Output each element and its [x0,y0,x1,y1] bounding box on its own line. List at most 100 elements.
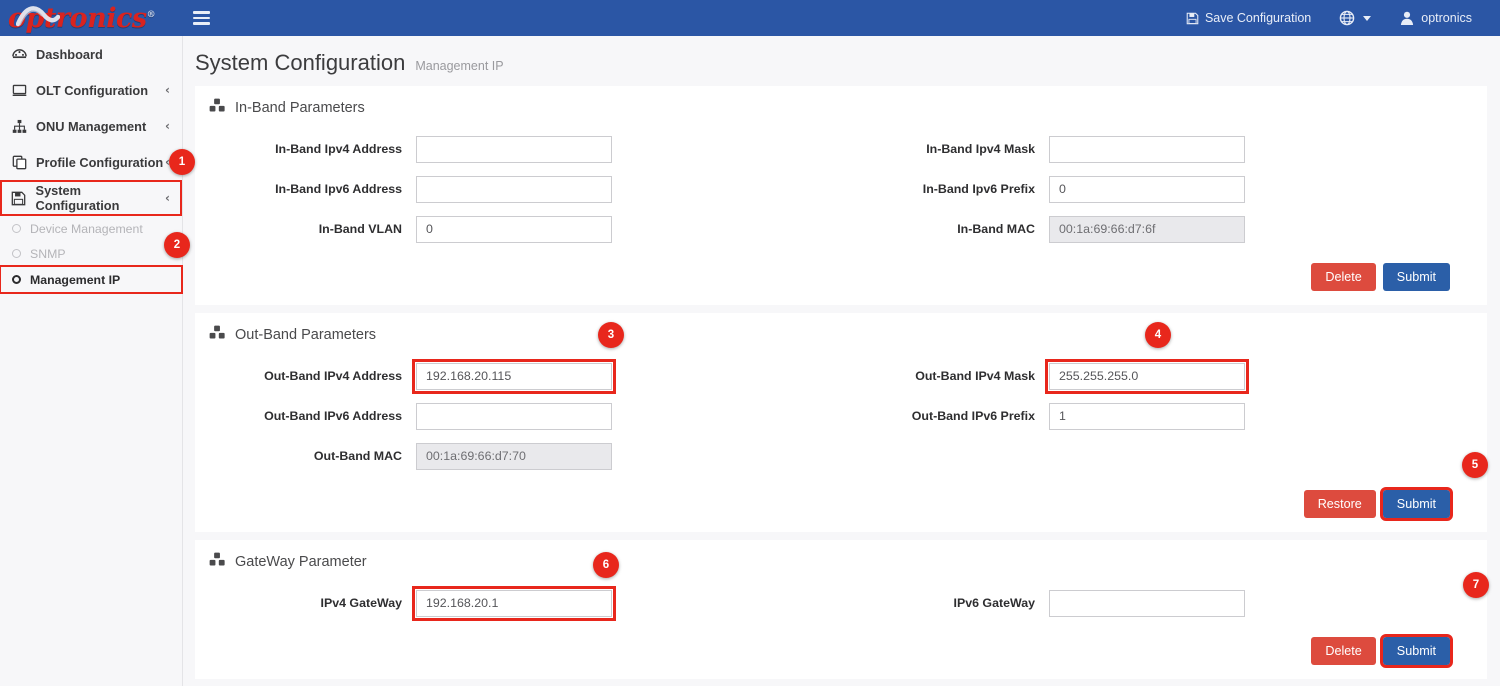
form-row: Out-Band IPv4 Address Out-Band IPv4 Mask [195,356,1487,396]
topbar-actions: Save Configuration optronics [1172,0,1500,36]
input-ipv4-gateway[interactable] [416,590,612,617]
form-row: In-Band Ipv4 Address In-Band Ipv4 Mask [195,129,1487,169]
circle-icon [12,275,21,284]
menu-toggle-icon[interactable] [193,8,215,28]
content-layer: System Configuration Management IP In-Ba… [183,36,1500,679]
sidebar-item-label: OLT Configuration [36,83,148,98]
input-out-band-mac[interactable] [416,443,612,470]
section-title-label: Out-Band Parameters [235,327,376,343]
input-in-band-ipv4-address[interactable] [416,136,612,163]
input-in-band-vlan[interactable] [416,216,612,243]
field-label: IPv6 GateWay [854,596,1049,610]
delete-button[interactable]: Delete [1311,637,1375,665]
sidebar-item-label: Profile Configuration [36,155,163,170]
cubes-icon [209,325,226,344]
field-ipv6-gateway: IPv6 GateWay [854,590,1487,617]
field-ipv4-gateway: IPv4 GateWay [221,590,854,617]
annotation-badge-6: 6 [593,552,619,578]
field-label: In-Band Ipv6 Address [221,182,416,196]
sidebar-subitem-label: Management IP [30,273,120,287]
sidebar-item-system configuration[interactable]: System Configuration ‹ [0,180,182,216]
field-out-band-ipv6-prefix: Out-Band IPv6 Prefix [854,403,1487,430]
user-menu[interactable]: optronics [1385,0,1486,36]
section-title-label: GateWay Parameter [235,554,367,570]
delete-button[interactable]: Delete [1311,263,1375,291]
registered-mark-icon: ® [147,10,156,20]
cubes-icon [209,552,226,567]
form-row: Out-Band IPv6 Address Out-Band IPv6 Pref… [195,396,1487,436]
dashboard-icon [10,47,28,62]
sidebar-item-profile configuration[interactable]: Profile Configuration ‹ [0,144,182,180]
field-label: In-Band Ipv4 Address [221,142,416,156]
field-label: In-Band MAC [854,222,1049,236]
form-row: Out-Band MAC [195,436,1487,476]
sidebar-item-olt configuration[interactable]: OLT Configuration ‹ [0,72,182,108]
field-out-band-mac: Out-Band MAC [221,443,854,470]
field-in-band-mac: In-Band MAC [854,216,1487,243]
page-header: System Configuration Management IP [183,36,1500,86]
restore-button[interactable]: Restore [1304,490,1376,518]
field-label: Out-Band IPv6 Address [221,409,416,423]
field-in-band-ipv6-prefix: In-Band Ipv6 Prefix [854,176,1487,203]
field-in-band-ipv6-address: In-Band Ipv6 Address [221,176,854,203]
input-in-band-ipv4-mask[interactable] [1049,136,1245,163]
save-configuration-button[interactable]: Save Configuration [1172,0,1325,36]
sitemap-icon [10,119,28,134]
copy-icon [10,155,28,170]
input-out-band-ipv6-prefix[interactable] [1049,403,1245,430]
sidebar-subitem-device management[interactable]: Device Management [0,216,182,241]
top-navbar: optronics® Save Configuration [0,0,1500,36]
circle-icon [12,224,21,233]
chevron-left-icon: ‹ [165,191,170,205]
monitor-icon [10,83,28,98]
annotation-badge-2: 2 [164,232,190,258]
section-actions: Restore Submit [195,490,1487,518]
field-in-band-ipv4-address: In-Band Ipv4 Address [221,136,854,163]
input-in-band-mac[interactable] [1049,216,1245,243]
chevron-left-icon: ‹ [165,119,170,133]
cubes-icon [209,552,226,571]
sidebar: Dashboard OLT Configuration ‹ ONU Manage… [0,36,183,686]
annotation-badge-5: 5 [1462,452,1488,478]
input-in-band-ipv6-address[interactable] [416,176,612,203]
brand-logo[interactable]: optronics® [0,0,183,36]
cubes-icon [209,325,226,340]
annotation-badge-7: 7 [1463,572,1489,598]
sidebar-subitem-label: SNMP [30,247,66,261]
form-row: IPv4 GateWay IPv6 GateWay [195,583,1487,623]
field-label: In-Band Ipv6 Prefix [854,182,1049,196]
submit-button[interactable]: Submit [1383,263,1450,291]
input-out-band-ipv4-address[interactable] [416,363,612,390]
sidebar-item-onu management[interactable]: ONU Management ‹ [0,108,182,144]
input-out-band-ipv6-address[interactable] [416,403,612,430]
annotation-badge-3: 3 [598,322,624,348]
sidebar-item-dashboard[interactable]: Dashboard [0,36,182,72]
sidebar-subitem-label: Device Management [30,222,143,236]
form-row: In-Band Ipv6 Address In-Band Ipv6 Prefix [195,169,1487,209]
field-label: In-Band VLAN [221,222,416,236]
chevron-down-icon [1363,16,1371,21]
floppy-disk-icon [1186,12,1199,25]
chevron-left-icon: ‹ [165,83,170,97]
field-label: Out-Band IPv4 Address [221,369,416,383]
section-title: GateWay Parameter [195,552,1487,571]
cubes-icon [209,98,226,113]
annotation-badge-1: 1 [169,149,195,175]
brand-logo-label: optronics [8,3,147,34]
brand-logo-text: optronics® [8,5,155,32]
main-content: ForoISP System Configuration Management … [183,36,1500,686]
globe-icon [1339,10,1355,26]
username-label: optronics [1421,11,1472,25]
sidebar-subitem-management ip[interactable]: Management IP [0,266,182,293]
submit-button[interactable]: Submit [1383,490,1450,518]
field-label: In-Band Ipv4 Mask [854,142,1049,156]
submit-button[interactable]: Submit [1383,637,1450,665]
field-out-band-ipv4-mask: Out-Band IPv4 Mask [854,363,1487,390]
section-actions: Delete Submit [195,637,1487,665]
language-selector[interactable] [1325,0,1385,36]
sidebar-subitem-snmp[interactable]: SNMP [0,241,182,266]
input-in-band-ipv6-prefix[interactable] [1049,176,1245,203]
input-out-band-ipv4-mask[interactable] [1049,363,1245,390]
user-icon [1399,10,1415,26]
input-ipv6-gateway[interactable] [1049,590,1245,617]
